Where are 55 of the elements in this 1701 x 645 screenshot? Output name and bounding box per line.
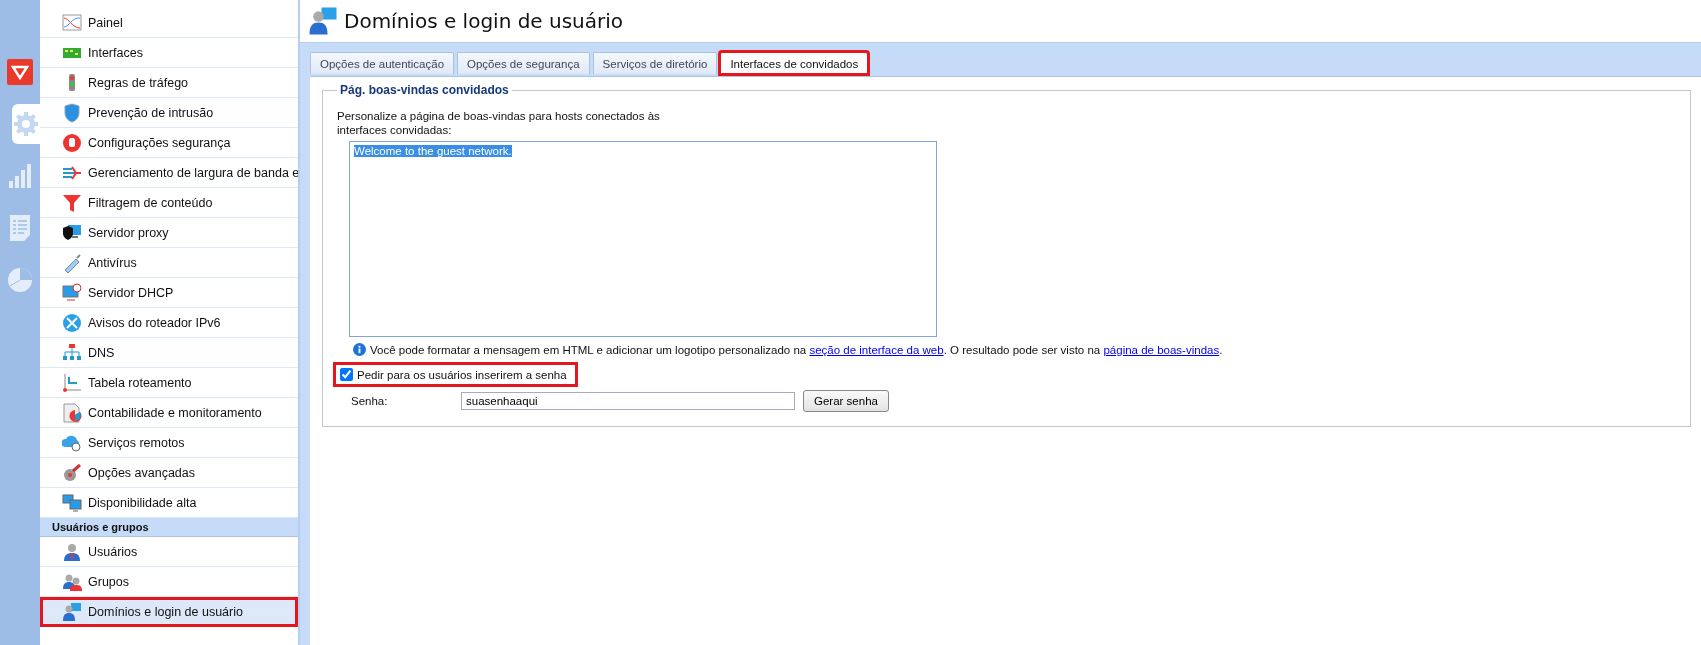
sidebar-item[interactable]: Configurações segurança — [40, 128, 298, 158]
checkbox-label[interactable]: Pedir para os usuários inserirem a senha — [357, 368, 567, 381]
tab[interactable]: Opções de segurança — [457, 52, 590, 74]
sidebar-item[interactable]: Contabilidade e monitoramento — [40, 398, 298, 428]
gear-icon[interactable] — [13, 111, 39, 137]
document-icon[interactable] — [9, 214, 31, 242]
sidebar-item[interactable]: Filtragem de conteúdo — [40, 188, 298, 218]
wrench-gear-icon — [62, 462, 82, 483]
sidebar-item[interactable]: Opções avançadas — [40, 458, 298, 488]
field-label: Senha: — [351, 395, 389, 407]
info-icon — [353, 343, 366, 356]
monitor-icon — [62, 222, 82, 243]
sidebar-item[interactable]: Tabela roteamento — [40, 368, 298, 398]
user-icon — [62, 541, 82, 562]
tab[interactable]: Opções de autenticação — [310, 52, 455, 74]
sidebar-item[interactable]: Interfaces — [40, 38, 298, 68]
user-monitor-icon — [62, 601, 82, 622]
fieldset-legend: Pág. boas-vindas convidados — [337, 83, 512, 97]
sidebar-item[interactable]: Antivírus — [40, 248, 298, 278]
funnel-icon — [62, 192, 82, 213]
tab[interactable]: Serviços de diretório — [592, 52, 718, 74]
bar-chart-icon[interactable] — [8, 163, 32, 189]
tab[interactable]: Interfaces de convidados — [720, 52, 869, 74]
checkbox[interactable] — [340, 368, 353, 381]
chart-icon — [62, 12, 82, 33]
hierarchy-icon — [62, 342, 82, 363]
report-icon — [62, 402, 82, 423]
computers-icon — [62, 492, 82, 513]
info-text: Você pode formatar a mensagem em HTML e adicionar um logotipo personalizado na seção de interface da web. O resultado pode ser visto na página de boas-vindas. — [370, 343, 1223, 356]
axis-arrow-icon — [62, 372, 82, 393]
section-header: Usuários e grupos — [40, 518, 298, 537]
shield-icon[interactable] — [7, 59, 33, 85]
sidebar-item[interactable]: Regras de tráfego — [40, 68, 298, 98]
sidebar-item[interactable]: Servidor DHCP — [40, 278, 298, 308]
pie-chart-icon[interactable] — [7, 267, 33, 293]
sidebar-item[interactable]: Painel — [40, 8, 298, 38]
link[interactable]: seção de interface da web — [809, 343, 944, 356]
page-title: Domínios e login de usuário — [344, 9, 624, 33]
sidebar-item[interactable]: Usuários — [40, 537, 298, 567]
sidebar-item[interactable]: Avisos do roteador IPv6 — [40, 308, 298, 338]
monitor-icon — [62, 282, 82, 303]
generate-password-button[interactable]: Gerar senha — [803, 390, 889, 412]
sidebar-item[interactable]: Domínios e login de usuário — [40, 597, 298, 627]
sidebar-item[interactable]: Prevenção de intrusão — [40, 98, 298, 128]
sidebar-item[interactable]: Servidor proxy — [40, 218, 298, 248]
description-text: Personalize a página de boas-vindas para hosts conectados às interfaces convidadas: — [337, 109, 661, 137]
user-monitor-icon — [308, 6, 338, 36]
sidebar-item[interactable]: DNS — [40, 338, 298, 368]
sidebar-item[interactable]: Gerenciamento de largura de banda e — [40, 158, 298, 188]
sidebar-item[interactable]: Serviços remotos — [40, 428, 298, 458]
stop-hand-icon — [62, 132, 82, 153]
shield-icon — [62, 102, 82, 123]
syringe-icon — [62, 252, 82, 273]
network-circle-icon — [62, 312, 82, 333]
password-field[interactable]: suasenhaaqui — [461, 392, 795, 410]
